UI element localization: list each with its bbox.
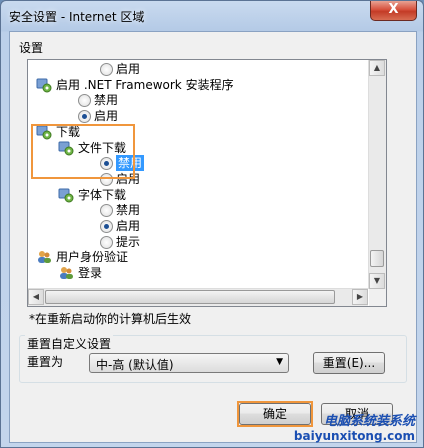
tree-group-item[interactable]: 用户身份验证 — [36, 249, 336, 265]
radio-label: 提示 — [116, 234, 141, 249]
tree-radio-option[interactable]: 提示 — [80, 234, 380, 250]
reset-group-title: 重置自定义设置 — [25, 335, 114, 352]
chevron-down-icon: ▼ — [276, 357, 283, 367]
scroll-corner — [369, 289, 386, 306]
settings-tree[interactable]: ▲ ▼ ◀ ▶ 启用 启用 .NET Framework 安装程序 禁用 启用 下载 文件… — [27, 59, 387, 307]
group-label: 用户身份验证 — [56, 250, 129, 265]
scroll-down-icon[interactable]: ▼ — [369, 273, 385, 289]
settings-gear-icon — [58, 187, 74, 203]
reset-button[interactable]: 重置(E)... — [313, 352, 385, 374]
security-settings-window: 安全设置 - Internet 区域 X 设置 ▲ ▼ ◀ ▶ 启用 启用 .NE… — [0, 0, 424, 448]
radio-button[interactable] — [100, 220, 113, 233]
radio-button[interactable] — [78, 94, 91, 108]
tree-radio-option[interactable]: 禁用 — [80, 202, 380, 218]
horizontal-scroll-thumb[interactable] — [45, 290, 335, 304]
reset-level-select[interactable]: 中-高 (默认值) ▼ — [89, 353, 289, 373]
vertical-scroll-thumb[interactable] — [370, 250, 384, 267]
watermark-title: 电脑系统装系统 — [323, 414, 415, 429]
window-title: 安全设置 - Internet 区域 — [9, 10, 145, 24]
settings-label: 设置 — [19, 41, 44, 55]
close-button[interactable]: X — [370, 1, 417, 21]
radio-button[interactable] — [100, 235, 113, 249]
radio-button[interactable] — [78, 110, 91, 124]
title-bar[interactable]: 安全设置 - Internet 区域 X — [1, 1, 423, 31]
download-highlight-box — [31, 124, 135, 179]
horizontal-scrollbar[interactable]: ◀ ▶ — [28, 288, 368, 306]
group-label: 启用 .NET Framework 安装程序 — [56, 77, 234, 92]
radio-label: 启用 — [116, 62, 141, 76]
tree-radio-option[interactable]: 启用 — [58, 108, 358, 124]
watermark: 电脑系统装系统 baiyunxitong.com — [294, 410, 415, 443]
tree-radio-option[interactable]: 启用 — [80, 218, 380, 234]
radio-label: 禁用 — [116, 203, 141, 218]
scroll-right-icon[interactable]: ▶ — [352, 289, 368, 305]
scroll-left-icon[interactable]: ◀ — [28, 289, 44, 305]
tree-group-item[interactable]: 字体下载 — [58, 187, 358, 203]
settings-gear-icon — [36, 77, 52, 93]
users-icon — [36, 249, 52, 265]
tree-radio-option[interactable]: 启用 — [80, 61, 380, 77]
radio-label: 启用 — [94, 109, 119, 124]
tree-radio-option[interactable]: 禁用 — [58, 92, 358, 108]
group-label: 登录 — [78, 266, 103, 281]
reset-level-value: 中-高 (默认值) — [96, 358, 174, 372]
radio-label: 启用 — [116, 219, 141, 233]
reset-to-label: 重置为 — [27, 355, 64, 369]
users-icon — [58, 265, 74, 281]
radio-label: 禁用 — [94, 93, 119, 108]
group-label: 字体下载 — [78, 187, 127, 202]
radio-button[interactable] — [100, 63, 113, 76]
tree-group-item[interactable]: 启用 .NET Framework 安装程序 — [36, 77, 336, 93]
restart-note: *在重新启动你的计算机后生效 — [29, 312, 192, 326]
tree-group-item[interactable]: 登录 — [58, 265, 358, 281]
watermark-url: baiyunxitong.com — [293, 429, 415, 443]
radio-button[interactable] — [100, 204, 113, 218]
